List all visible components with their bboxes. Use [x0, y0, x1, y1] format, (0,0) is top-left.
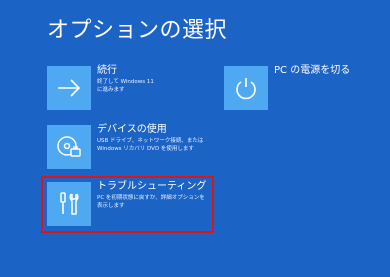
use-device-desc-line2: Windows リカバリ DVD を使用します [97, 146, 194, 152]
continue-description: 終了して Windows 11 に進みます [97, 78, 154, 94]
arrow-right-icon [47, 66, 91, 110]
continue-desc-line2: に進みます [97, 87, 125, 93]
use-device-description: USB ドライブ、ネットワーク接続、または Windows リカバリ DVD を… [97, 137, 203, 153]
use-device-title: デバイスの使用 [97, 124, 167, 135]
disc-device-icon [47, 125, 91, 169]
use-device-desc-line1: USB ドライブ、ネットワーク接続、または [97, 138, 204, 144]
continue-desc-line1: 終了して Windows 11 [97, 79, 154, 85]
continue-option[interactable]: 続行 終了して Windows 11 に進みます [47, 65, 197, 112]
continue-title: 続行 [97, 65, 117, 76]
turn-off-pc-title: PC の電源を切る [274, 65, 351, 76]
page-title: オプションの選択 [47, 18, 228, 43]
turn-off-pc-option[interactable]: PC の電源を切る [224, 65, 374, 112]
recovery-screen: オプションの選択 続行 終了して Windows 11 に進みます デバイスの使… [0, 0, 390, 277]
power-icon [224, 66, 268, 110]
highlight-box [41, 176, 214, 233]
use-device-option[interactable]: デバイスの使用 USB ドライブ、ネットワーク接続、または Windows リカ… [47, 124, 203, 171]
